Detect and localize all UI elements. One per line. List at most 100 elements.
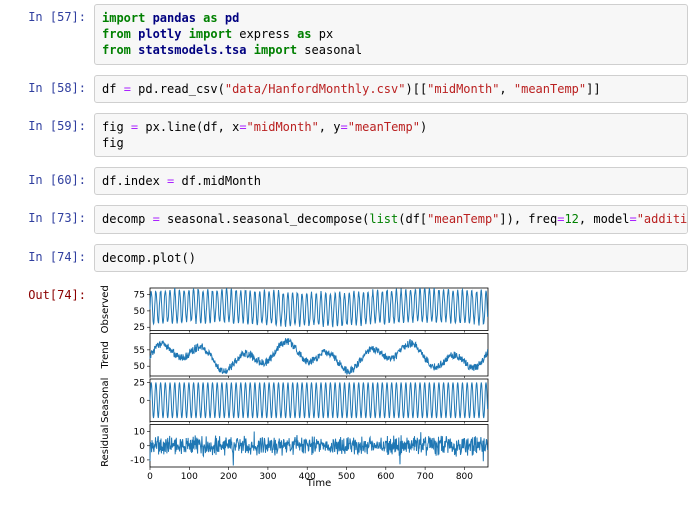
code-token: px xyxy=(319,27,333,41)
code-token: plot xyxy=(153,251,182,265)
svg-text:0: 0 xyxy=(147,472,153,482)
code-token: . xyxy=(145,251,152,265)
code-input[interactable]: decomp.plot() xyxy=(94,244,688,272)
code-token: fig xyxy=(102,136,124,150)
decomposition-chart: 255075Observed5055Trend025Seasonal-10010… xyxy=(94,284,494,489)
code-token: "meanTemp" xyxy=(427,212,499,226)
svg-text:500: 500 xyxy=(338,472,355,482)
code-token: ) xyxy=(405,82,412,96)
code-token: decomp xyxy=(102,251,145,265)
code-token: df xyxy=(102,174,116,188)
svg-text:0: 0 xyxy=(139,441,145,451)
code-cell: In [57]:import pandas as pd from plotly … xyxy=(6,4,688,65)
code-cell: In [74]:decomp.plot() xyxy=(6,244,688,272)
code-token: import xyxy=(189,27,240,41)
code-token: px xyxy=(145,120,159,134)
code-token: decomp xyxy=(102,212,153,226)
in-prompt: In [74]: xyxy=(6,244,94,264)
code-token: "midMonth" xyxy=(427,82,499,96)
notebook: In [57]:import pandas as pd from plotly … xyxy=(0,0,694,509)
code-token: = xyxy=(153,212,167,226)
svg-text:-10: -10 xyxy=(130,456,145,466)
code-token: (df, x xyxy=(196,120,239,134)
code-cell: In [59]:fig = px.line(df, x="midMonth", … xyxy=(6,113,688,157)
code-input[interactable]: df.index = df.midMonth xyxy=(94,167,688,195)
code-token: = xyxy=(239,120,246,134)
code-token: = xyxy=(167,174,181,188)
code-token: . xyxy=(153,82,160,96)
svg-text:600: 600 xyxy=(377,472,394,482)
code-token: line xyxy=(167,120,196,134)
svg-text:55: 55 xyxy=(134,346,145,356)
svg-text:300: 300 xyxy=(259,472,276,482)
in-prompt: In [57]: xyxy=(6,4,94,24)
svg-text:Residual: Residual xyxy=(100,424,111,466)
svg-text:10: 10 xyxy=(134,427,146,437)
svg-text:Trend: Trend xyxy=(100,341,111,369)
in-prompt: In [59]: xyxy=(6,113,94,133)
code-input[interactable]: df = pd.read_csv("data/HanfordMonthly.cs… xyxy=(94,75,688,103)
svg-text:800: 800 xyxy=(456,472,473,482)
code-token: import xyxy=(102,11,153,25)
svg-text:75: 75 xyxy=(134,290,145,300)
code-token: plotly xyxy=(138,27,189,41)
out-prompt: Out[74]: xyxy=(6,282,94,302)
svg-text:200: 200 xyxy=(220,472,237,482)
code-token: , xyxy=(499,82,513,96)
code-token: as xyxy=(297,27,319,41)
svg-text:50: 50 xyxy=(134,362,146,372)
code-token: = xyxy=(124,82,138,96)
code-cell: In [60]:df.index = df.midMonth xyxy=(6,167,688,195)
code-token: = xyxy=(629,212,636,226)
in-prompt: In [60]: xyxy=(6,167,94,187)
code-token: express xyxy=(239,27,297,41)
code-token: "additive" xyxy=(637,212,688,226)
code-token: ( xyxy=(218,82,225,96)
code-input[interactable]: decomp = seasonal.seasonal_decompose(lis… xyxy=(94,205,688,233)
code-token: seasonal_decompose xyxy=(232,212,362,226)
svg-text:50: 50 xyxy=(134,307,146,317)
in-prompt: In [73]: xyxy=(6,205,94,225)
code-token: ]), freq xyxy=(499,212,557,226)
svg-text:100: 100 xyxy=(181,472,198,482)
code-token: fig xyxy=(102,120,131,134)
svg-text:Time: Time xyxy=(306,478,331,489)
code-input[interactable]: import pandas as pd from plotly import e… xyxy=(94,4,688,65)
code-token: midMonth xyxy=(203,174,261,188)
in-prompt: In [58]: xyxy=(6,75,94,95)
svg-text:Seasonal: Seasonal xyxy=(100,377,111,422)
code-token: , y xyxy=(319,120,341,134)
code-token: pd xyxy=(225,11,239,25)
code-token: from xyxy=(102,43,138,57)
code-token: index xyxy=(124,174,167,188)
code-token: read_csv xyxy=(160,82,218,96)
code-input[interactable]: fig = px.line(df, x="midMonth", y="meanT… xyxy=(94,113,688,157)
code-token: ) xyxy=(420,120,427,134)
code-cell: In [58]:df = pd.read_csv("data/HanfordMo… xyxy=(6,75,688,103)
code-token: (df[ xyxy=(398,212,427,226)
output-area: 255075Observed5055Trend025Seasonal-10010… xyxy=(94,282,688,489)
code-token: . xyxy=(160,120,167,134)
code-token: import xyxy=(254,43,305,57)
svg-text:700: 700 xyxy=(417,472,434,482)
output-cell: Out[74]: 255075Observed5055Trend025Seaso… xyxy=(6,282,688,489)
svg-text:25: 25 xyxy=(134,323,145,333)
code-token: seasonal xyxy=(167,212,225,226)
code-token: . xyxy=(116,174,123,188)
code-token: "midMonth" xyxy=(247,120,319,134)
code-token: "meanTemp" xyxy=(348,120,420,134)
decomposition-svg: 255075Observed5055Trend025Seasonal-10010… xyxy=(94,284,494,489)
code-token: as xyxy=(203,11,225,25)
code-token: df xyxy=(102,82,124,96)
code-token: 12 xyxy=(564,212,578,226)
code-token: "meanTemp" xyxy=(514,82,586,96)
code-token: from xyxy=(102,27,138,41)
code-token: pd xyxy=(138,82,152,96)
code-token: seasonal xyxy=(304,43,362,57)
code-cell: In [73]:decomp = seasonal.seasonal_decom… xyxy=(6,205,688,233)
code-token: df xyxy=(182,174,196,188)
code-token: pandas xyxy=(153,11,204,25)
code-token: "data/HanfordMonthly.csv" xyxy=(225,82,406,96)
code-token: . xyxy=(225,212,232,226)
code-token: ]] xyxy=(586,82,600,96)
